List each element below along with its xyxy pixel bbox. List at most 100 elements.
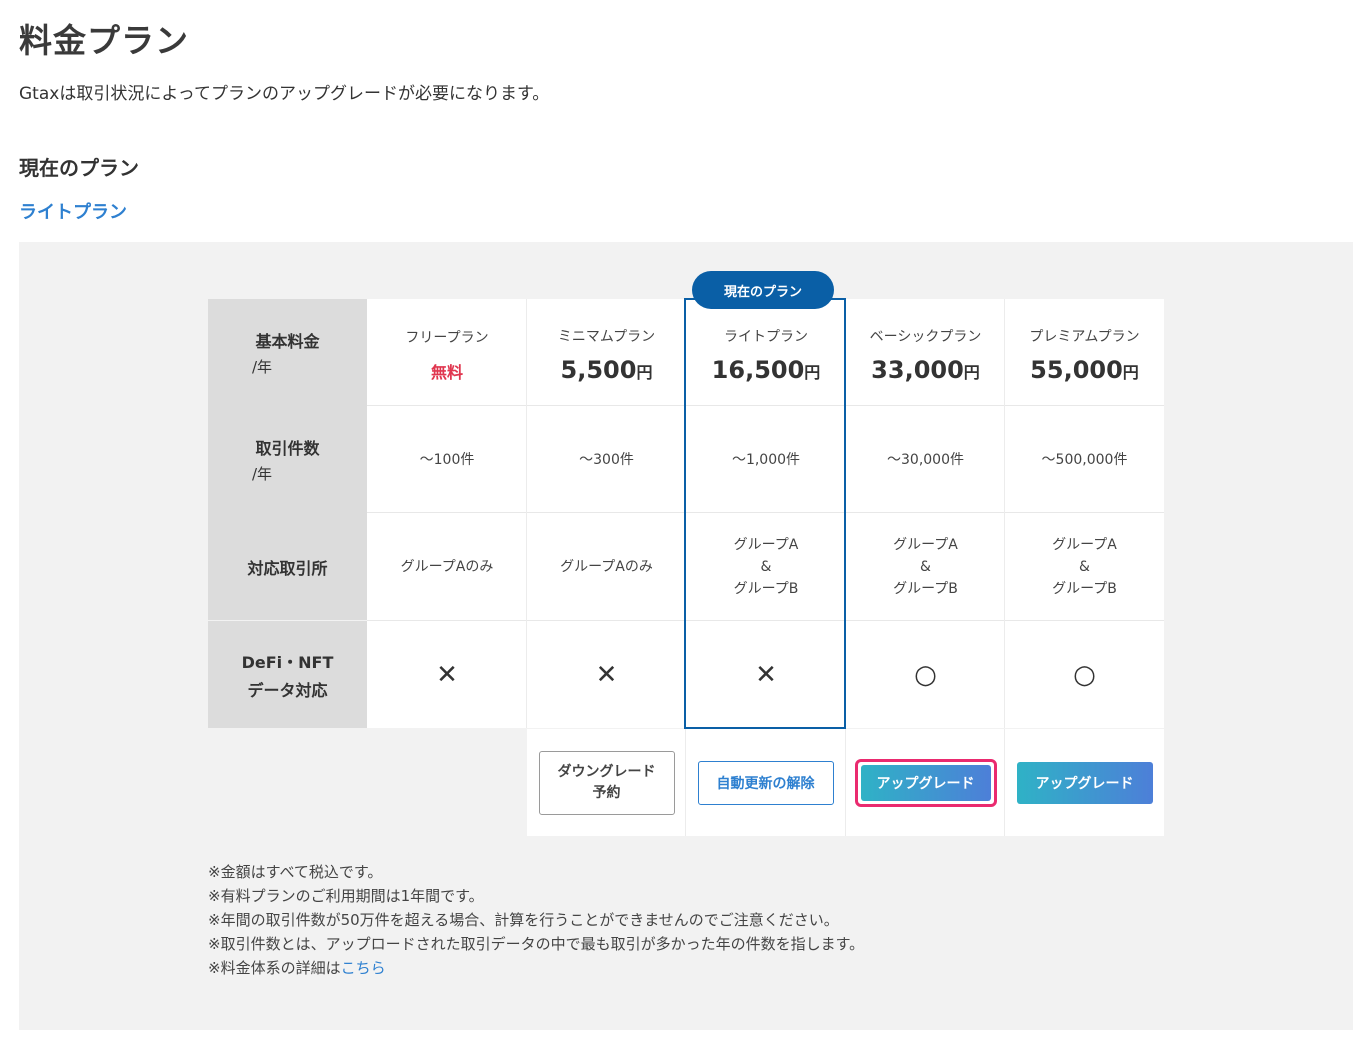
action-cell-light: 自動更新の解除 <box>686 729 845 836</box>
exchange-text: グループB <box>1052 580 1117 597</box>
circle-icon: ○ <box>914 659 937 690</box>
price-value: 16,500 <box>711 355 805 384</box>
exchange-cell: グループA & グループB <box>1005 513 1164 620</box>
exchange-text: グループB <box>893 580 958 597</box>
row-label-count: 取引件数 /年 <box>208 406 367 513</box>
current-plan-badge: 現在のプラン <box>692 271 834 309</box>
exchange-text: & <box>760 558 772 575</box>
row-label-fee: 基本料金 /年 <box>208 299 367 406</box>
plan-basic-header: ベーシックプラン 33,000円 <box>846 299 1005 406</box>
table-row-exchange: 対応取引所 グループAのみ グループAのみ グループA & グループB グループ… <box>208 513 1164 620</box>
price-value: 55,000 <box>1030 355 1123 384</box>
column-divider <box>1004 299 1005 728</box>
column-divider <box>526 299 527 728</box>
plan-price: 5,500円 <box>561 356 653 384</box>
table-row-defi: DeFi・NFT データ対応 ✕ ✕ ✕ ○ ○ <box>208 621 1164 728</box>
defi-cell: ✕ <box>527 621 686 728</box>
note-line: ※有料プランのご利用期間は1年間です。 <box>208 887 484 905</box>
pricing-notes: ※金額はすべて税込です。 ※有料プランのご利用期間は1年間です。 ※年間の取引件… <box>208 860 864 980</box>
row-label-defi: DeFi・NFT データ対応 <box>208 621 367 728</box>
note-line: ※取引件数とは、アップロードされた取引データの中で最も取引が多かった年の件数を指… <box>208 935 865 953</box>
row-label-defi-line1: DeFi・NFT <box>241 652 334 672</box>
row-label-defi-line2: データ対応 <box>247 680 328 700</box>
row-label-fee-text: 基本料金 <box>255 332 320 351</box>
downgrade-label-line2: 予約 <box>592 784 621 801</box>
plan-name: プレミアムプラン <box>1029 328 1140 345</box>
exchange-cell: グループA & グループB <box>846 513 1005 620</box>
plan-price: 55,000円 <box>1030 356 1139 384</box>
current-plan-heading: 現在のプラン <box>19 156 139 180</box>
cancel-auto-renewal-button[interactable]: 自動更新の解除 <box>697 760 834 805</box>
count-cell: 〜500,000件 <box>1005 406 1164 513</box>
focused-button-outline: アップグレード <box>854 758 997 807</box>
exchange-text: & <box>1079 558 1090 575</box>
action-cell-basic: アップグレード <box>846 729 1005 836</box>
exchange-text: グループAのみ <box>400 558 494 575</box>
row-label-exchange: 対応取引所 <box>208 513 367 620</box>
circle-icon: ○ <box>1073 659 1096 690</box>
exchange-text: グループB <box>733 580 799 597</box>
table-row-fee: 基本料金 /年 フリープラン 無料 ミニマムプラン 5,500円 ライトプラン … <box>208 299 1164 406</box>
price-unit: 円 <box>963 362 980 382</box>
count-cell: 〜100件 <box>367 406 527 513</box>
row-label-fee-unit: /年 <box>252 358 273 376</box>
price-value: 33,000 <box>871 355 964 384</box>
plan-actions-row: ダウングレード 予約 自動更新の解除 アップグレード アップグレード <box>527 729 1164 836</box>
cross-icon: ✕ <box>436 659 458 690</box>
column-divider <box>845 729 846 836</box>
note-line: ※年間の取引件数が50万件を超える場合、計算を行うことができませんのでご注意くだ… <box>208 911 839 929</box>
defi-cell: ○ <box>1005 621 1164 728</box>
downgrade-reserve-button[interactable]: ダウングレード 予約 <box>538 750 675 815</box>
plan-light-header: ライトプラン 16,500円 <box>686 299 846 406</box>
pricing-details-link[interactable]: こちら <box>341 959 386 977</box>
current-plan-link[interactable]: ライトプラン <box>19 198 127 224</box>
price-unit: 円 <box>636 362 653 382</box>
column-divider <box>685 729 686 836</box>
note-line: ※金額はすべて税込です。 <box>208 863 383 881</box>
plan-price: 16,500円 <box>712 356 821 384</box>
exchange-cell: グループA & グループB <box>686 513 846 620</box>
upgrade-basic-button[interactable]: アップグレード <box>860 764 991 801</box>
note-line: ※料金体系の詳細はこちら <box>208 956 864 980</box>
count-value: 〜500,000件 <box>1041 451 1128 468</box>
upgrade-premium-button[interactable]: アップグレード <box>1016 761 1153 804</box>
row-divider <box>367 405 1164 406</box>
count-value: 〜100件 <box>419 451 475 468</box>
plan-premium-header: プレミアムプラン 55,000円 <box>1005 299 1164 406</box>
action-cell-minimum: ダウングレード 予約 <box>527 729 686 836</box>
plan-free-header: フリープラン 無料 <box>367 299 527 406</box>
plan-minimum-header: ミニマムプラン 5,500円 <box>527 299 686 406</box>
table-row-count: 取引件数 /年 〜100件 〜300件 〜1,000件 〜30,000件 〜50… <box>208 406 1164 513</box>
count-value: 〜300件 <box>579 451 634 468</box>
row-divider <box>367 512 1164 513</box>
price-unit: 円 <box>804 362 821 382</box>
exchange-text: グループA <box>733 536 799 553</box>
price-unit: 円 <box>1122 362 1139 382</box>
downgrade-label-line1: ダウングレード <box>557 763 656 780</box>
plan-name: フリープラン <box>405 329 489 346</box>
column-divider <box>845 299 846 728</box>
exchange-text: グループA <box>893 536 958 553</box>
exchange-text: グループA <box>1052 536 1117 553</box>
count-value: 〜30,000件 <box>887 451 964 468</box>
page-title: 料金プラン <box>19 21 189 60</box>
column-divider <box>685 299 686 728</box>
plan-price: 33,000円 <box>871 356 980 384</box>
row-divider <box>367 620 1164 621</box>
count-cell: 〜300件 <box>527 406 686 513</box>
exchange-cell: グループAのみ <box>367 513 527 620</box>
defi-cell: ○ <box>846 621 1005 728</box>
cross-icon: ✕ <box>755 659 777 690</box>
action-cell-premium: アップグレード <box>1005 729 1164 836</box>
plan-name: ベーシックプラン <box>869 328 982 345</box>
row-label-count-text: 取引件数 <box>255 439 320 458</box>
count-value: 〜1,000件 <box>731 451 801 468</box>
defi-cell: ✕ <box>686 621 846 728</box>
count-cell: 〜30,000件 <box>846 406 1005 513</box>
column-divider <box>1004 729 1005 836</box>
cross-icon: ✕ <box>595 659 618 690</box>
plan-name: ミニマムプラン <box>557 328 656 345</box>
note-text: ※料金体系の詳細は <box>208 959 341 977</box>
row-label-exchange-text: 対応取引所 <box>247 558 328 578</box>
exchange-text: グループAのみ <box>560 558 653 575</box>
